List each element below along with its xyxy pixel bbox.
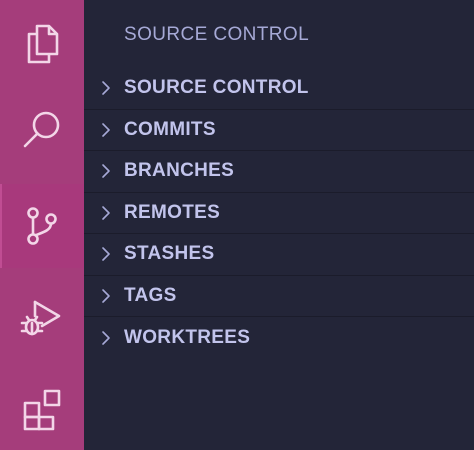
chevron-right-icon <box>94 326 118 350</box>
activity-item-search[interactable] <box>0 88 84 172</box>
chevron-right-icon <box>94 76 118 100</box>
section-remotes[interactable]: REMOTES <box>84 193 474 234</box>
search-icon <box>23 111 60 148</box>
run-debug-icon <box>20 300 61 336</box>
chevron-right-icon <box>94 284 118 308</box>
activity-item-source-control[interactable] <box>0 184 84 268</box>
section-worktrees[interactable]: WORKTREES <box>84 317 474 359</box>
section-label: WORKTREES <box>124 326 251 348</box>
source-control-sidebar: SOURCE CONTROL SOURCE CONTROL COMMITS BR… <box>84 0 474 450</box>
sidebar-title: SOURCE CONTROL <box>124 24 310 45</box>
activity-item-run-debug[interactable] <box>0 276 84 360</box>
section-label: REMOTES <box>124 201 221 223</box>
section-label: COMMITS <box>124 118 216 140</box>
active-indicator <box>0 184 2 268</box>
files-icon <box>27 24 59 64</box>
extensions-icon <box>23 389 61 431</box>
section-list: SOURCE CONTROL COMMITS BRANCHES REMOTES <box>84 68 474 359</box>
section-label: STASHES <box>124 243 215 265</box>
section-source-control[interactable]: SOURCE CONTROL <box>84 68 474 110</box>
chevron-right-icon <box>94 201 118 225</box>
section-label: SOURCE CONTROL <box>124 77 309 99</box>
section-commits[interactable]: COMMITS <box>84 110 474 151</box>
chevron-right-icon <box>94 118 118 142</box>
source-control-icon <box>27 207 57 245</box>
section-stashes[interactable]: STASHES <box>84 234 474 276</box>
chevron-right-icon <box>94 242 118 266</box>
section-tags[interactable]: TAGS <box>84 276 474 317</box>
section-branches[interactable]: BRANCHES <box>84 151 474 193</box>
activity-item-extensions[interactable] <box>0 366 84 450</box>
section-label: BRANCHES <box>124 160 235 182</box>
app-window: SOURCE CONTROL SOURCE CONTROL COMMITS BR… <box>0 0 474 450</box>
activity-item-explorer[interactable] <box>0 2 84 86</box>
chevron-right-icon <box>94 159 118 183</box>
section-label: TAGS <box>124 284 177 306</box>
activity-bar <box>0 0 84 450</box>
